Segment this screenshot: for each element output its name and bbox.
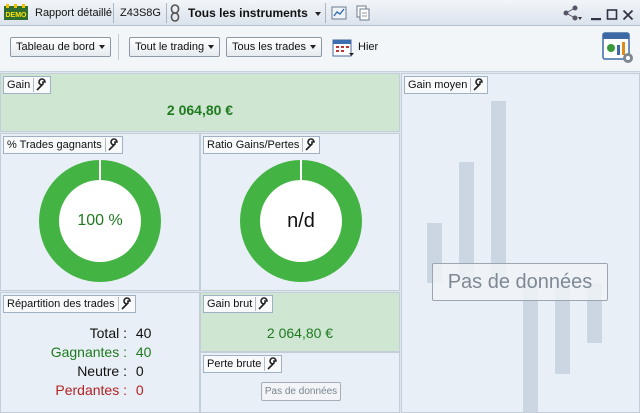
- distribution-title-label: Répartition des trades: [7, 298, 115, 310]
- avg-gain-no-data: Pas de données: [432, 263, 608, 301]
- gross-gain-title: Gain brut: [203, 295, 274, 313]
- win-value: 40: [135, 344, 152, 360]
- date-range-label[interactable]: Hier: [358, 41, 378, 53]
- distribution-panel: Répartition des trades Total : 40 Gagnan…: [0, 292, 200, 413]
- gross-gain-panel: Gain brut 2 064,80 €: [200, 292, 400, 352]
- distribution-title: Répartition des trades: [3, 295, 136, 313]
- total-label: Total :: [89, 325, 127, 341]
- gross-gain-value: 2 064,80 €: [266, 325, 334, 341]
- window-titlebar: DEMO Rapport détaillé Z43S8G Tous les in…: [0, 0, 640, 26]
- ratio-panel: Ratio Gains/Pertes n/d: [200, 133, 400, 291]
- ratio-donut: n/d: [240, 160, 362, 282]
- gain-panel-title: Gain: [3, 76, 52, 94]
- ratio-value: n/d: [287, 210, 315, 232]
- share-icon[interactable]: [562, 4, 582, 22]
- gross-gain-title-label: Gain brut: [207, 298, 253, 310]
- win-trades-title: % Trades gagnants: [3, 136, 123, 154]
- link-chain-icon[interactable]: [170, 4, 180, 22]
- trading-filter-dropdown[interactable]: Tout le trading: [129, 37, 221, 57]
- win-trades-donut: 100 %: [39, 160, 161, 282]
- chevron-down-icon: [98, 45, 105, 50]
- dashboard-dropdown-label: Tableau de bord: [16, 41, 95, 53]
- loss-label: Perdantes :: [55, 382, 127, 398]
- chart-window-icon[interactable]: [331, 5, 347, 21]
- placeholder-bar: [491, 101, 506, 283]
- distribution-win-row: Gagnantes : 40: [1, 344, 201, 360]
- trades-filter-dropdown[interactable]: Tous les trades: [226, 37, 322, 57]
- chevron-down-icon: [208, 45, 215, 50]
- instrument-selector-label: Tous les instruments: [188, 6, 308, 20]
- account-id[interactable]: Z43S8G: [120, 0, 161, 26]
- close-icon[interactable]: [622, 6, 634, 21]
- loss-value: 0: [135, 382, 144, 398]
- dashboard-dropdown[interactable]: Tableau de bord: [10, 37, 111, 57]
- wrench-icon[interactable]: [104, 138, 119, 153]
- neutral-value: 0: [135, 363, 144, 379]
- gross-loss-title-label: Perte brute: [207, 358, 262, 370]
- gross-loss-title: Perte brute: [203, 355, 283, 373]
- gross-loss-no-data: Pas de données: [261, 382, 341, 401]
- wrench-icon[interactable]: [255, 297, 269, 312]
- wrench-icon[interactable]: [470, 78, 484, 93]
- trading-filter-label: Tout le trading: [135, 41, 205, 53]
- distribution-total-row: Total : 40: [1, 325, 201, 341]
- win-trades-title-label: % Trades gagnants: [7, 139, 102, 151]
- gain-panel: Gain 2 064,80 €: [0, 73, 400, 132]
- ratio-title-label: Ratio Gains/Pertes: [207, 139, 300, 151]
- maximize-icon[interactable]: [606, 6, 618, 20]
- distribution-neutral-row: Neutre : 0: [1, 363, 201, 379]
- win-trades-percent: 100 %: [77, 212, 123, 229]
- wrench-icon[interactable]: [117, 297, 132, 312]
- minimize-icon[interactable]: [590, 6, 602, 21]
- demo-badge: DEMO: [4, 4, 28, 22]
- total-value: 40: [135, 325, 152, 341]
- avg-gain-title: Gain moyen: [404, 76, 489, 94]
- report-title: Rapport détaillé: [35, 7, 113, 19]
- avg-gain-panel: Gain moyen: [401, 73, 640, 413]
- chevron-down-icon: [309, 45, 316, 50]
- svg-text:DEMO: DEMO: [6, 12, 28, 19]
- copy-icon[interactable]: [355, 5, 371, 21]
- win-trades-panel: % Trades gagnants 100 %: [0, 133, 200, 291]
- wrench-icon[interactable]: [264, 357, 278, 372]
- avg-gain-title-label: Gain moyen: [408, 79, 468, 91]
- wrench-icon[interactable]: [302, 138, 316, 153]
- wrench-icon[interactable]: [33, 78, 47, 93]
- dashboard-settings-icon[interactable]: [602, 31, 634, 65]
- instrument-selector[interactable]: Tous les instruments: [188, 0, 322, 26]
- gain-title-label: Gain: [7, 79, 31, 91]
- win-label: Gagnantes :: [50, 344, 127, 360]
- filter-toolbar: Tableau de bord Tout le trading Tous les…: [0, 26, 640, 72]
- calendar-icon[interactable]: [332, 38, 354, 61]
- chevron-down-icon: [315, 11, 322, 16]
- distribution-loss-row: Perdantes : 0: [1, 382, 201, 398]
- trades-filter-label: Tous les trades: [232, 41, 306, 53]
- neutral-label: Neutre :: [77, 363, 127, 379]
- ratio-title: Ratio Gains/Pertes: [203, 136, 321, 154]
- gain-value: 2 064,80 €: [166, 102, 234, 118]
- placeholder-bar: [523, 283, 538, 412]
